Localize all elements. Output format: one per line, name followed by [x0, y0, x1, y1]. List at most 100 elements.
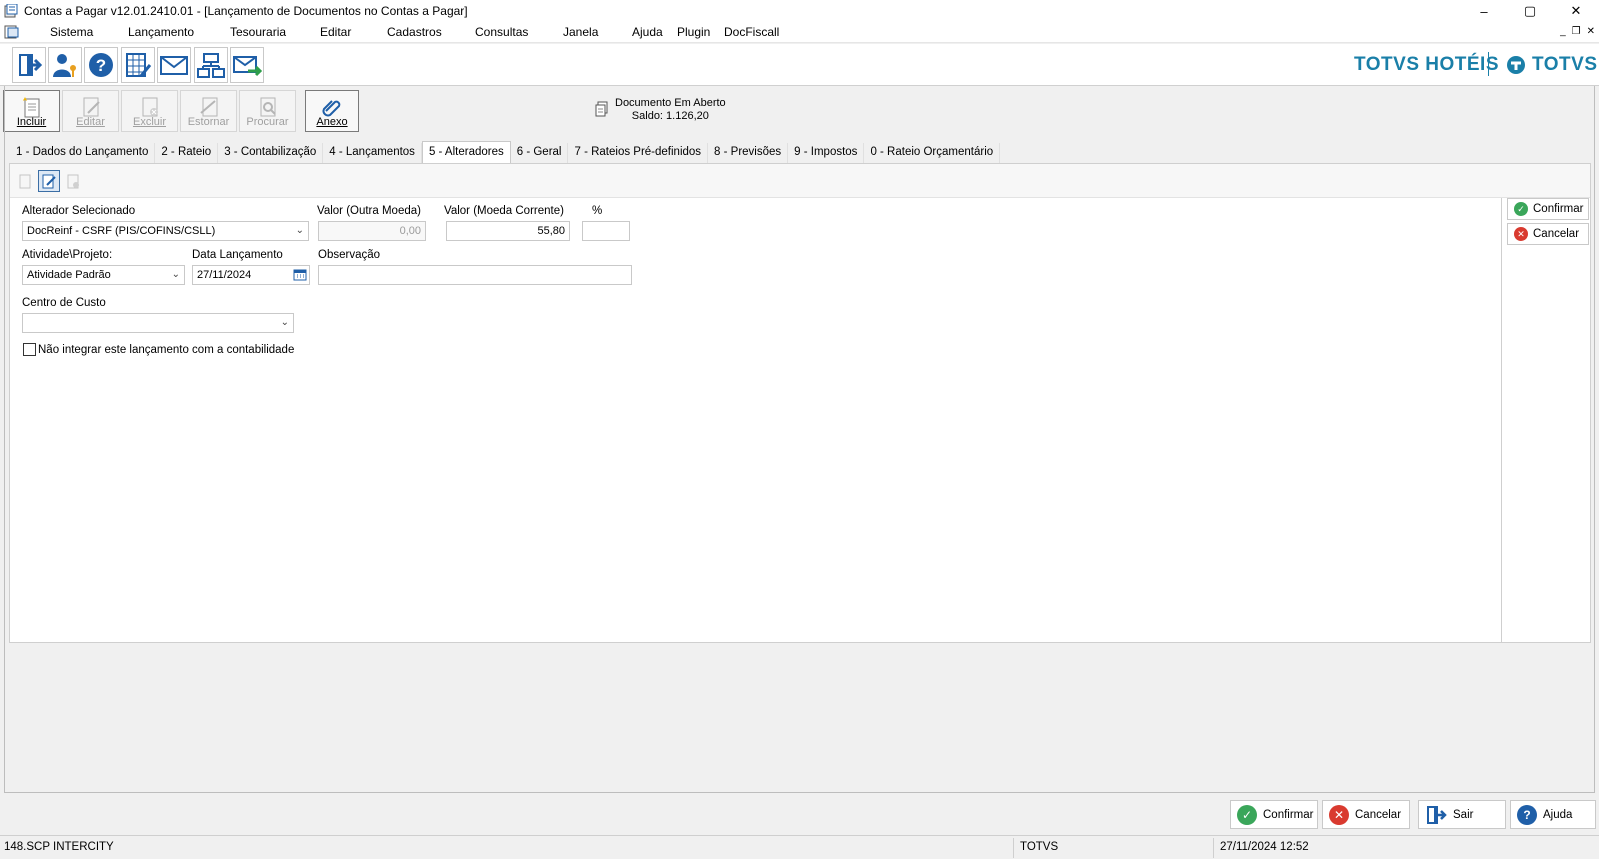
- action-toolbar: Incluir Editar Excluir Estornar Procurar…: [0, 87, 1599, 135]
- document-stack-icon: [595, 101, 608, 117]
- calendar-icon[interactable]: [293, 269, 307, 281]
- panel-new-button[interactable]: [14, 170, 36, 192]
- child-window-icon[interactable]: [4, 25, 20, 39]
- reverse-entry-icon: [199, 97, 217, 117]
- status-separator: [1013, 838, 1014, 858]
- title-bar: Contas a Pagar v12.01.2410.01 - [Lançame…: [0, 0, 1599, 22]
- alterador-value: DocReinf - CSRF (PIS/COFINS/CSLL): [27, 225, 216, 237]
- side-cancelar-button[interactable]: ✕ Cancelar: [1507, 223, 1589, 245]
- help-toolbar-button[interactable]: ?: [84, 47, 118, 83]
- tab-impostos[interactable]: 9 - Impostos: [788, 143, 865, 163]
- atividade-label: Atividade\Projeto:: [22, 249, 113, 261]
- menu-tesouraria[interactable]: Tesouraria: [230, 25, 286, 39]
- valor-moeda-corrente-field[interactable]: 55,80: [446, 221, 570, 241]
- menu-cadastros[interactable]: Cadastros: [387, 25, 442, 39]
- tab-lancamentos[interactable]: 4 - Lançamentos: [323, 143, 422, 163]
- mdi-minimize-icon[interactable]: _: [1560, 26, 1566, 37]
- centro-custo-label: Centro de Custo: [22, 297, 106, 309]
- menu-sistema[interactable]: Sistema: [50, 25, 93, 39]
- brand-separator: [1488, 52, 1489, 76]
- confirmar-label: Confirmar: [1263, 808, 1314, 821]
- excluir-button[interactable]: Excluir: [121, 90, 178, 132]
- mail-button[interactable]: [157, 47, 191, 83]
- question-icon: ?: [1517, 804, 1537, 825]
- document-status: Documento Em Aberto Saldo: 1.126,20: [595, 97, 726, 123]
- editar-button[interactable]: Editar: [62, 90, 119, 132]
- menu-plugin[interactable]: Plugin: [677, 25, 710, 39]
- menu-bar: Sistema Lançamento Tesouraria Editar Cad…: [0, 22, 1599, 43]
- nao-integrar-checkbox[interactable]: [23, 343, 36, 356]
- estornar-button[interactable]: Estornar: [180, 90, 237, 132]
- tab-previsoes[interactable]: 8 - Previsões: [708, 143, 789, 163]
- svg-text:?: ?: [96, 56, 106, 75]
- atividade-value: Atividade Padrão: [27, 269, 111, 281]
- alterador-select[interactable]: DocReinf - CSRF (PIS/COFINS/CSLL) ⌄: [22, 221, 309, 241]
- centro-custo-select[interactable]: ⌄: [22, 313, 294, 333]
- maximize-button[interactable]: ▢: [1507, 0, 1553, 22]
- quick-toolbar: ? TOTVS HOTÉIS TOTVS: [0, 44, 1599, 86]
- ajuda-button[interactable]: ? Ajuda: [1510, 800, 1596, 829]
- send-mail-button[interactable]: [230, 47, 264, 83]
- mdi-restore-icon[interactable]: ❐: [1572, 26, 1581, 37]
- menu-janela[interactable]: Janela: [563, 25, 598, 39]
- menu-editar[interactable]: Editar: [320, 25, 351, 39]
- menu-consultas[interactable]: Consultas: [475, 25, 528, 39]
- status-datetime: 27/11/2024 12:52: [1220, 841, 1309, 853]
- user-keys-button[interactable]: [48, 47, 82, 83]
- chevron-down-icon: ⌄: [171, 269, 180, 280]
- close-button[interactable]: ✕: [1553, 0, 1599, 22]
- valor-outra-moeda-field[interactable]: 0,00: [318, 221, 426, 241]
- status-bar: 148.SCP INTERCITY TOTVS 27/11/2024 12:52: [0, 835, 1599, 859]
- calculator-button[interactable]: [121, 47, 155, 83]
- side-confirmar-label: Confirmar: [1533, 203, 1584, 215]
- app-icon: [4, 4, 18, 18]
- search-document-icon: [260, 97, 276, 117]
- panel-delete-button[interactable]: [62, 170, 84, 192]
- tab-alteradores[interactable]: 5 - Alteradores: [421, 141, 511, 163]
- menu-ajuda[interactable]: Ajuda: [632, 25, 663, 39]
- anexo-button[interactable]: Anexo: [305, 90, 359, 132]
- brand-totvs-hoteis: TOTVS HOTÉIS: [1354, 54, 1500, 75]
- ajuda-label: Ajuda: [1543, 808, 1573, 821]
- document-status-title: Documento Em Aberto: [615, 97, 726, 109]
- menu-lancamento[interactable]: Lançamento: [128, 25, 194, 39]
- brand-totvs: TOTVS: [1532, 54, 1598, 75]
- tab-contabilizacao[interactable]: 3 - Contabilização: [218, 143, 324, 163]
- tab-rateios-pre-definidos[interactable]: 7 - Rateios Pré-definidos: [568, 143, 709, 163]
- data-lancamento-field[interactable]: 27/11/2024: [192, 265, 310, 285]
- alteradores-panel: Alterador Selecionado DocReinf - CSRF (P…: [9, 163, 1591, 643]
- network-button[interactable]: [194, 47, 228, 83]
- tab-rateio-orcamentario[interactable]: 0 - Rateio Orçamentário: [864, 143, 1001, 163]
- valor-moeda-corrente-label: Valor (Moeda Corrente): [444, 205, 564, 217]
- percent-label: %: [592, 205, 603, 217]
- delete-document-icon: [142, 97, 158, 117]
- percent-field[interactable]: [582, 221, 630, 241]
- atividade-select[interactable]: Atividade Padrão ⌄: [22, 265, 185, 285]
- sair-button[interactable]: Sair: [1418, 800, 1506, 829]
- tab-rateio[interactable]: 2 - Rateio: [155, 143, 219, 163]
- check-icon: ✓: [1514, 202, 1528, 216]
- tab-dados-lancamento[interactable]: 1 - Dados do Lançamento: [10, 143, 156, 163]
- tab-geral[interactable]: 6 - Geral: [511, 143, 569, 163]
- observacao-field[interactable]: [318, 265, 632, 285]
- logout-button[interactable]: [12, 47, 46, 83]
- sair-label: Sair: [1453, 808, 1474, 821]
- procurar-button[interactable]: Procurar: [239, 90, 296, 132]
- status-company: 148.SCP INTERCITY: [4, 841, 114, 853]
- cancel-icon: ✕: [1329, 804, 1349, 825]
- mdi-close-icon[interactable]: ✕: [1587, 26, 1595, 37]
- totvs-logo-icon: [1507, 56, 1525, 74]
- new-item-icon: [19, 174, 31, 189]
- check-icon: ✓: [1237, 804, 1257, 825]
- nao-integrar-label: Não integrar este lançamento com a conta…: [38, 344, 295, 356]
- cancelar-button[interactable]: ✕ Cancelar: [1322, 800, 1410, 829]
- minimize-button[interactable]: –: [1461, 0, 1507, 22]
- incluir-button[interactable]: Incluir: [3, 90, 60, 132]
- question-icon: ?: [89, 53, 113, 77]
- status-separator: [1213, 838, 1214, 858]
- menu-docfiscall[interactable]: DocFiscall: [724, 25, 779, 39]
- panel-edit-button[interactable]: [38, 170, 60, 192]
- confirmar-button[interactable]: ✓ Confirmar: [1230, 800, 1318, 829]
- side-confirmar-button[interactable]: ✓ Confirmar: [1507, 198, 1589, 220]
- window-title: Contas a Pagar v12.01.2410.01 - [Lançame…: [24, 4, 468, 18]
